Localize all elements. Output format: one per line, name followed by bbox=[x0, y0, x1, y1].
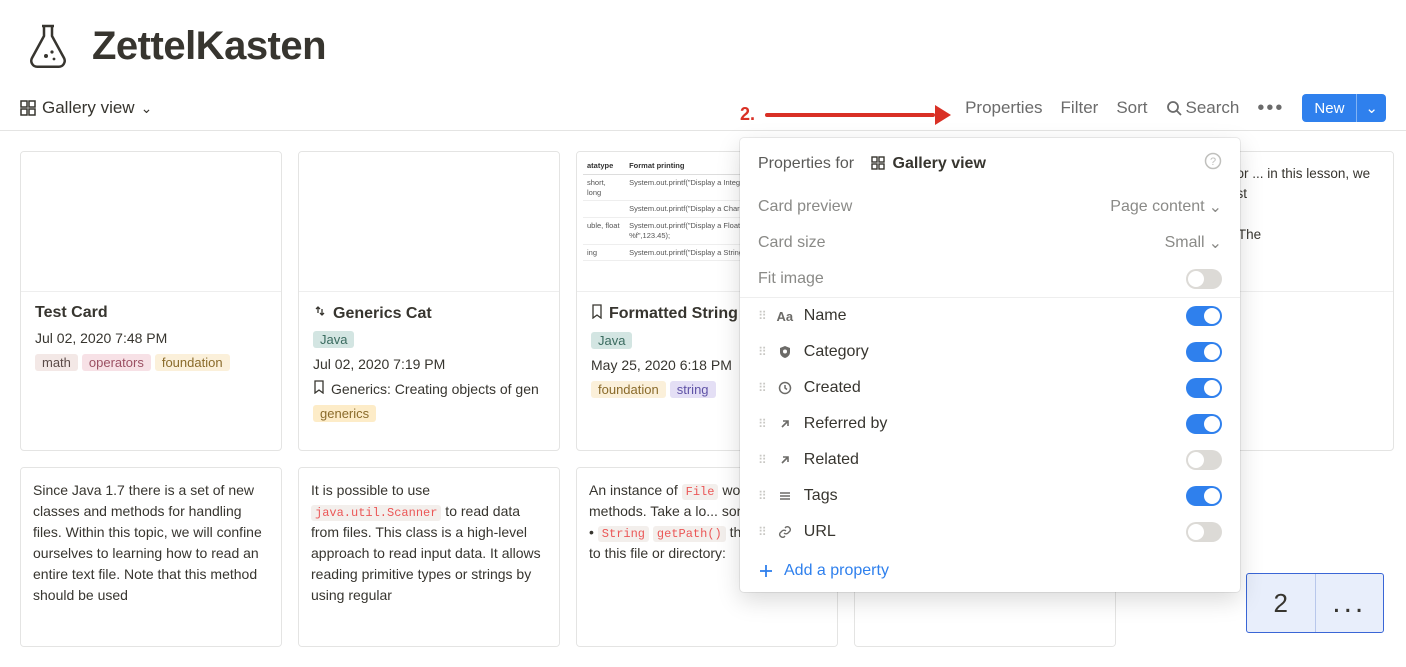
page-title[interactable]: ZettelKasten bbox=[92, 24, 326, 69]
card-preview-select[interactable]: Page content ⌄ bbox=[1110, 197, 1222, 217]
sort-button[interactable]: Sort bbox=[1116, 98, 1147, 118]
prop-type-icon bbox=[776, 489, 794, 503]
card-size-select[interactable]: Small ⌄ bbox=[1165, 233, 1222, 253]
visibility-toggle[interactable] bbox=[1186, 306, 1222, 326]
card-preview: It is possible to use java.util.Scanner … bbox=[299, 468, 559, 646]
prop-name: Category bbox=[804, 343, 869, 361]
card-preview bbox=[21, 152, 281, 292]
drag-handle-icon[interactable]: ⠿ bbox=[758, 381, 766, 395]
view-switcher[interactable]: Gallery view ⌄ bbox=[20, 98, 152, 118]
gallery-icon bbox=[20, 100, 36, 116]
page-icon[interactable] bbox=[20, 18, 76, 74]
search-icon bbox=[1166, 100, 1182, 116]
chevron-down-icon[interactable]: ⌄ bbox=[1356, 94, 1386, 122]
drag-handle-icon[interactable]: ⠿ bbox=[758, 309, 766, 323]
prop-type-icon bbox=[776, 453, 794, 467]
property-row-category[interactable]: ⠿ Category bbox=[740, 334, 1240, 370]
filter-button[interactable]: Filter bbox=[1061, 98, 1099, 118]
drag-handle-icon[interactable]: ⠿ bbox=[758, 525, 766, 539]
gallery-card[interactable]: It is possible to use java.util.Scanner … bbox=[298, 467, 560, 647]
visibility-toggle[interactable] bbox=[1186, 378, 1222, 398]
card-preview-label: Card preview bbox=[758, 198, 852, 216]
flask-icon bbox=[24, 22, 72, 70]
panel-title: Properties for Gallery view bbox=[758, 155, 986, 173]
tag: operators bbox=[82, 354, 151, 371]
card-size-label: Card size bbox=[758, 234, 826, 252]
share-icon bbox=[313, 304, 327, 323]
visibility-toggle[interactable] bbox=[1186, 414, 1222, 434]
card-title: Generics Cat bbox=[313, 304, 545, 323]
property-row-referred-by[interactable]: ⠿ Referred by bbox=[740, 406, 1240, 442]
page-control[interactable]: 2 ... bbox=[1246, 573, 1384, 633]
property-row-name[interactable]: ⠿ Aa Name bbox=[740, 298, 1240, 334]
tag: Java bbox=[313, 331, 354, 348]
card-ref: Generics: Creating objects of gen bbox=[313, 380, 545, 397]
pager-more[interactable]: ... bbox=[1316, 574, 1384, 632]
card-title: Test Card bbox=[35, 304, 267, 322]
more-icon[interactable]: ••• bbox=[1257, 103, 1284, 113]
visibility-toggle[interactable] bbox=[1186, 522, 1222, 542]
prop-type-icon bbox=[776, 381, 794, 395]
card-created: Jul 02, 2020 7:19 PM bbox=[313, 356, 545, 372]
prop-type-icon bbox=[776, 417, 794, 431]
gallery-card[interactable]: Since Java 1.7 there is a set of new cla… bbox=[20, 467, 282, 647]
tag: generics bbox=[313, 405, 376, 422]
tag: foundation bbox=[591, 381, 666, 398]
visibility-toggle[interactable] bbox=[1186, 450, 1222, 470]
prop-name: Name bbox=[804, 307, 847, 325]
add-property-button[interactable]: Add a property bbox=[740, 550, 1240, 592]
prop-name: URL bbox=[804, 523, 836, 541]
card-preview bbox=[299, 152, 559, 292]
properties-panel: Properties for Gallery view ? Card previ… bbox=[740, 138, 1240, 592]
pager-number[interactable]: 2 bbox=[1247, 574, 1316, 632]
property-row-tags[interactable]: ⠿ Tags bbox=[740, 478, 1240, 514]
fit-image-label: Fit image bbox=[758, 270, 824, 288]
fit-image-toggle[interactable] bbox=[1186, 269, 1222, 289]
view-toolbar: Gallery view ⌄ Properties Filter Sort Se… bbox=[0, 86, 1406, 131]
property-row-related[interactable]: ⠿ Related bbox=[740, 442, 1240, 478]
tag: math bbox=[35, 354, 78, 371]
prop-name: Created bbox=[804, 379, 861, 397]
drag-handle-icon[interactable]: ⠿ bbox=[758, 453, 766, 467]
property-row-created[interactable]: ⠿ Created bbox=[740, 370, 1240, 406]
help-icon[interactable]: ? bbox=[1204, 152, 1222, 175]
prop-name: Referred by bbox=[804, 415, 888, 433]
bookmark-icon bbox=[591, 304, 603, 324]
svg-text:?: ? bbox=[1210, 156, 1216, 168]
search-button[interactable]: Search bbox=[1166, 98, 1240, 118]
view-name: Gallery view bbox=[42, 98, 135, 118]
gallery-card[interactable]: Test Card Jul 02, 2020 7:48 PM math oper… bbox=[20, 151, 282, 451]
tag: Java bbox=[591, 332, 632, 349]
visibility-toggle[interactable] bbox=[1186, 486, 1222, 506]
new-button[interactable]: New ⌄ bbox=[1302, 94, 1386, 122]
bookmark-icon bbox=[313, 380, 325, 397]
drag-handle-icon[interactable]: ⠿ bbox=[758, 345, 766, 359]
gallery-card[interactable]: Generics Cat Java Jul 02, 2020 7:19 PM G… bbox=[298, 151, 560, 451]
card-created: Jul 02, 2020 7:48 PM bbox=[35, 330, 267, 346]
tag: foundation bbox=[155, 354, 230, 371]
chevron-down-icon: ⌄ bbox=[1209, 233, 1222, 253]
prop-type-icon bbox=[776, 345, 794, 359]
tag: string bbox=[670, 381, 716, 398]
card-tags: math operators foundation bbox=[35, 354, 267, 371]
prop-name: Tags bbox=[804, 487, 838, 505]
property-row-url[interactable]: ⠿ URL bbox=[740, 514, 1240, 550]
gallery-icon bbox=[871, 156, 887, 172]
prop-type-icon: Aa bbox=[776, 309, 794, 324]
card-preview: Since Java 1.7 there is a set of new cla… bbox=[21, 468, 281, 646]
chevron-down-icon: ⌄ bbox=[1209, 197, 1222, 217]
drag-handle-icon[interactable]: ⠿ bbox=[758, 489, 766, 503]
prop-name: Related bbox=[804, 451, 859, 469]
prop-type-icon bbox=[776, 525, 794, 539]
plus-icon bbox=[758, 563, 774, 579]
chevron-down-icon: ⌄ bbox=[141, 100, 153, 117]
visibility-toggle[interactable] bbox=[1186, 342, 1222, 362]
properties-button[interactable]: Properties bbox=[965, 98, 1042, 118]
drag-handle-icon[interactable]: ⠿ bbox=[758, 417, 766, 431]
